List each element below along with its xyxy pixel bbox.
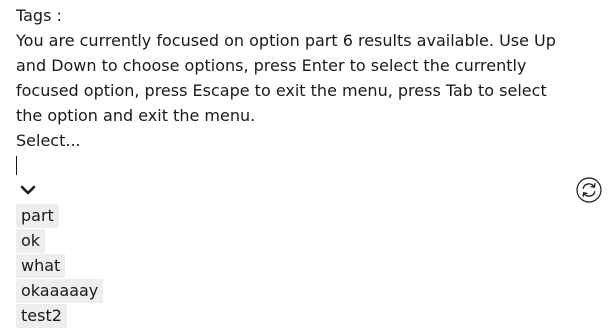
option-item[interactable]: ok [16, 228, 576, 253]
refresh-icon[interactable] [576, 177, 602, 203]
option-label: what [16, 254, 66, 278]
tags-field: Tags : You are currently focused on opti… [16, 3, 576, 328]
option-item[interactable]: test2 [16, 303, 576, 328]
chevron-down-icon [20, 185, 36, 195]
option-label: okaaaaay [16, 279, 104, 303]
dropdown-indicator[interactable] [16, 178, 576, 203]
select-placeholder[interactable]: Select... [16, 128, 576, 153]
option-item[interactable]: okaaaaay [16, 278, 576, 303]
option-label: part [16, 204, 59, 228]
text-caret [16, 156, 17, 175]
options-menu: part ok what okaaaaay test2 [16, 203, 576, 328]
option-label: ok [16, 229, 46, 253]
field-label: Tags : [16, 6, 62, 25]
option-item[interactable]: part [16, 203, 576, 228]
live-region-message: You are currently focused on option part… [16, 31, 556, 125]
option-label: test2 [16, 304, 67, 328]
option-item[interactable]: what [16, 253, 576, 278]
tags-input[interactable] [16, 153, 576, 178]
